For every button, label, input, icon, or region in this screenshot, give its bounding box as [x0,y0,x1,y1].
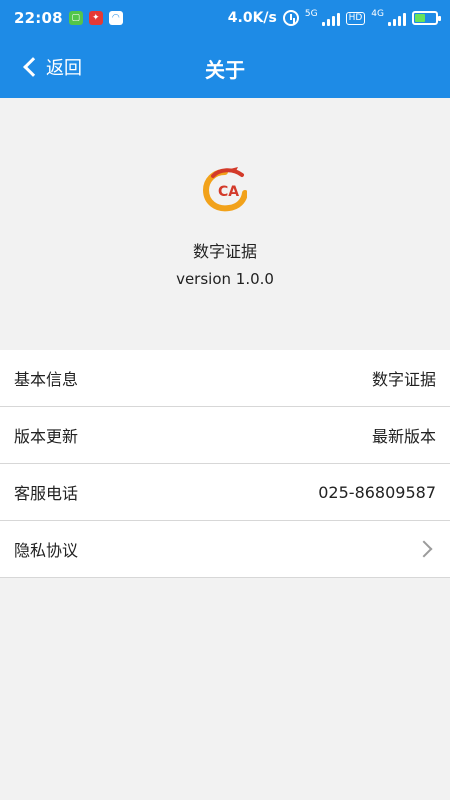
hd-voice-icon: HD [345,11,366,25]
status-left: 22:08 ▢ ✦ ◠ [14,9,123,27]
app-logo-icon: CA [203,167,247,212]
logo-text: CA [218,184,239,200]
list-item-value: 数字证据 [371,370,436,389]
list-item-privacy-policy[interactable]: 隐私协议 [0,521,450,578]
network-speed: 4.0K/s [227,10,277,26]
page-title: 关于 [205,58,245,82]
signal-4g-icon: 4G [371,10,406,26]
alarm-icon [282,10,299,26]
list-item-label: 客服电话 [14,484,79,503]
status-right: 4.0K/s 5G HD 4G [227,10,441,26]
list-item-basic-info[interactable]: 基本信息 数字证据 [0,350,450,407]
signal-5g-icon: 5G [305,10,340,26]
list-item-label: 隐私协议 [14,541,79,560]
signal-bar [336,13,340,26]
list-item-value: 最新版本 [371,427,436,446]
list-item-version-update[interactable]: 版本更新 最新版本 [0,407,450,464]
status-bar: 22:08 ▢ ✦ ◠ 4.0K/s 5G HD 4G [0,0,450,36]
cloud-app-icon: ◠ [108,11,123,25]
signal-bar [403,13,406,26]
game-app-icon: ✦ [88,11,103,25]
signal-bar [393,19,396,26]
signal-4g-label: 4G [371,9,384,19]
app-name: 数字证据 [192,242,257,261]
list-item-customer-service-phone[interactable]: 客服电话 025-86809587 [0,464,450,521]
chevron-right-icon [415,540,433,558]
about-header: CA 数字证据 version 1.0.0 [0,98,450,350]
signal-5g-label: 5G [304,9,318,19]
list-item-label: 基本信息 [14,370,79,389]
app-version: version 1.0.0 [176,270,274,288]
message-app-icon: ▢ [68,11,83,25]
signal-bar [388,22,391,26]
status-time: 22:08 [14,9,63,27]
signal-bar [331,16,335,26]
app-bar: 返回 关于 [0,36,450,98]
list-item-label: 版本更新 [14,427,79,446]
top-bar: 22:08 ▢ ✦ ◠ 4.0K/s 5G HD 4G 返回 关于 [0,0,450,98]
signal-bar [321,22,325,26]
phone-number: 025-86809587 [318,482,436,502]
signal-bar [326,19,330,26]
about-list: 基本信息 数字证据 版本更新 最新版本 客服电话 025-86809587 隐私… [0,350,450,578]
battery-icon [412,11,441,25]
battery-level [415,14,425,22]
signal-bar [398,16,401,26]
